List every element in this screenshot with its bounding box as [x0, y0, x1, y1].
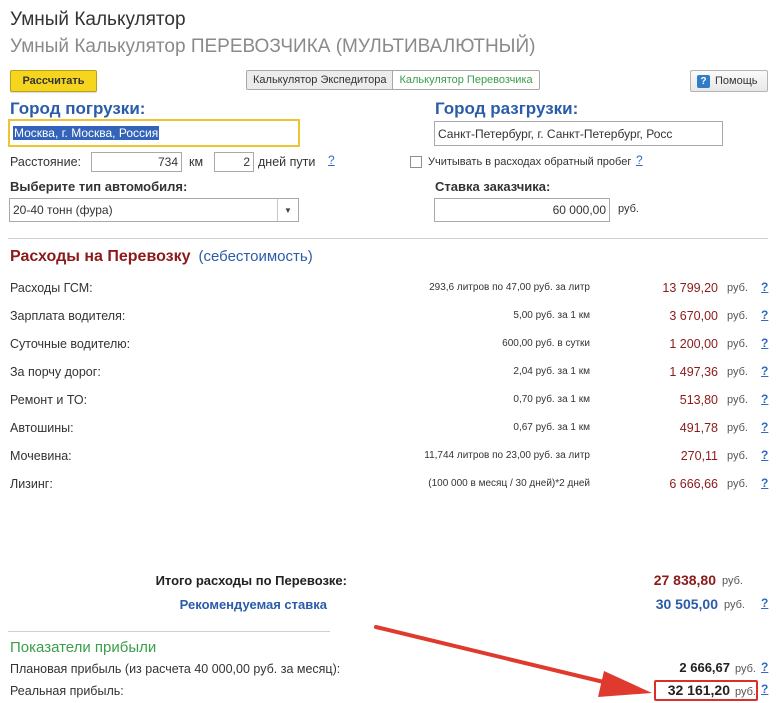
- annotation-arrow-icon: [374, 625, 652, 697]
